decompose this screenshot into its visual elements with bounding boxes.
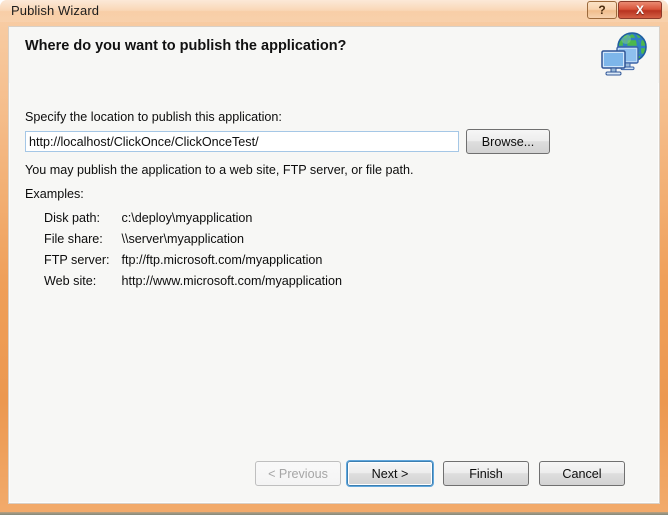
previous-button[interactable]: < Previous [255, 461, 341, 486]
example-key: Disk path: [44, 211, 100, 225]
publish-wizard-window: Publish Wizard ? X Where do you want to … [0, 0, 668, 515]
example-value: ftp://ftp.microsoft.com/myapplication [121, 253, 323, 267]
finish-button[interactable]: Finish [443, 461, 529, 486]
example-key: FTP server: [44, 253, 110, 267]
window-title: Publish Wizard [11, 3, 100, 18]
dialog-body: Specify the location to publish this app… [9, 83, 659, 503]
example-value: http://www.microsoft.com/myapplication [121, 274, 342, 288]
info-text: You may publish the application to a web… [25, 163, 414, 177]
example-value: c:\deploy\myapplication [121, 211, 253, 225]
dialog-footer: < Previous Next > Finish Cancel [9, 449, 659, 503]
title-bar[interactable]: Publish Wizard ? X [0, 0, 668, 24]
list-item: File share: \\server\myapplication [44, 229, 342, 250]
caption-button-group: ? X [587, 1, 662, 19]
examples-list: Disk path: c:\deploy\myapplication File … [44, 208, 342, 292]
publish-location-input[interactable] [25, 131, 459, 152]
cancel-button[interactable]: Cancel [539, 461, 625, 486]
example-key: Web site: [44, 274, 97, 288]
list-item: Disk path: c:\deploy\myapplication [44, 208, 342, 229]
example-value: \\server\myapplication [121, 232, 245, 246]
close-button[interactable]: X [618, 1, 662, 19]
location-label: Specify the location to publish this app… [25, 110, 282, 124]
list-item: Web site: http://www.microsoft.com/myapp… [44, 271, 342, 292]
dialog-client-area: Where do you want to publish the applica… [8, 26, 660, 504]
list-item: FTP server: ftp://ftp.microsoft.com/myap… [44, 250, 342, 271]
next-button[interactable]: Next > [347, 461, 433, 486]
network-globe-icon [595, 30, 649, 80]
example-key: File share: [44, 232, 103, 246]
dialog-header: Where do you want to publish the applica… [9, 27, 659, 83]
browse-button[interactable]: Browse... [466, 129, 550, 154]
help-button[interactable]: ? [587, 1, 617, 19]
examples-label: Examples: [25, 187, 84, 201]
page-title: Where do you want to publish the applica… [25, 38, 347, 54]
